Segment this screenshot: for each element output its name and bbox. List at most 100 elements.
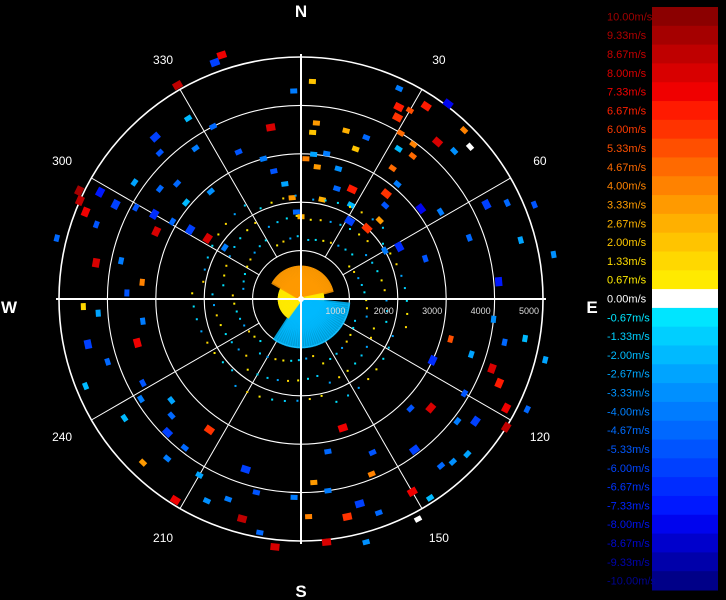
speckle-point [246, 229, 249, 232]
speckle-point [283, 399, 286, 402]
legend-swatch [652, 420, 718, 441]
speckle-point [406, 312, 409, 315]
speckle-point [256, 373, 259, 376]
azimuth-spoke [91, 177, 260, 276]
speckle-point [329, 220, 332, 223]
velocity-point [305, 514, 313, 520]
azimuth-spoke [91, 322, 260, 421]
azimuth-label: 330 [153, 53, 173, 67]
legend-swatch [652, 44, 718, 64]
velocity-point [459, 125, 469, 135]
legend-swatch [652, 270, 718, 290]
velocity-point [206, 187, 216, 196]
velocity-point [342, 127, 351, 135]
speckle-point [335, 352, 338, 355]
velocity-point [292, 209, 301, 215]
velocity-point [406, 404, 415, 413]
speckle-point [258, 352, 261, 355]
speckle-point [336, 201, 339, 204]
speckle-point [372, 327, 375, 330]
legend-label: 8.00m/s [607, 68, 647, 80]
velocity-point [224, 495, 233, 503]
speckle-point [348, 265, 351, 268]
speckle-point [309, 218, 312, 221]
velocity-point [259, 155, 268, 163]
speckle-point [385, 320, 388, 323]
velocity-point [309, 151, 318, 158]
azimuth-spoke [324, 89, 423, 258]
velocity-point [290, 88, 298, 94]
azimuth-label: 150 [429, 531, 449, 545]
speckle-point [239, 237, 242, 240]
speckle-point [380, 279, 383, 282]
velocity-point [334, 165, 343, 173]
velocity-point [308, 78, 317, 85]
legend-label: 4.67m/s [607, 162, 647, 174]
legend-swatch [652, 439, 718, 459]
velocity-point [81, 381, 90, 391]
south-label: S [295, 582, 306, 600]
velocity-point [541, 355, 549, 364]
velocity-point [110, 198, 121, 211]
legend-swatch [652, 364, 718, 384]
velocity-point [368, 448, 377, 457]
speckle-point [329, 357, 332, 360]
velocity-point [449, 146, 459, 156]
velocity-point [405, 106, 415, 115]
velocity-point [167, 411, 176, 420]
velocity-point [236, 514, 248, 524]
legend-swatch [652, 495, 718, 516]
speckle-point [224, 333, 227, 336]
legend-label: -3.33m/s [607, 388, 650, 400]
velocity-point [161, 426, 174, 439]
speckle-point [360, 283, 363, 286]
speckle-point [289, 237, 292, 240]
speckle-point [403, 287, 406, 290]
velocity-point [53, 234, 61, 243]
velocity-point [409, 140, 418, 149]
legend-swatch [652, 232, 718, 252]
velocity-point [420, 100, 432, 112]
velocity-point [95, 309, 101, 317]
speckle-point [363, 291, 366, 294]
velocity-point [220, 243, 229, 252]
azimuth-spoke [324, 340, 423, 509]
speckle-point [316, 374, 319, 377]
speckle-point [404, 326, 407, 329]
radar-plot: N S W E 30 60 120 150 210 240 300 330 1000 2000 30… [1, 2, 718, 600]
velocity-point [467, 350, 475, 359]
legend-label: -2.67m/s [607, 369, 650, 381]
speckle-point [337, 244, 340, 247]
legend-swatch [652, 7, 718, 27]
legend-swatch [652, 533, 718, 553]
speckle-point [282, 197, 285, 200]
speckle-point [258, 395, 261, 398]
speckle-point [276, 221, 279, 224]
velocity-point [308, 129, 317, 136]
speckle-point [202, 280, 205, 283]
velocity-point [302, 156, 310, 162]
speckle-point [347, 394, 350, 397]
legend-label: -10.00m/s [607, 576, 656, 588]
speckle-point [245, 354, 248, 357]
range-label: 3000 [422, 306, 442, 316]
velocity-point [337, 423, 349, 433]
velocity-point [132, 203, 140, 212]
velocity-point [367, 470, 376, 478]
speckle-point [376, 270, 379, 273]
azimuth-spoke [179, 89, 278, 258]
speckle-point [360, 354, 363, 357]
velocity-point [354, 499, 365, 509]
velocity-point [436, 461, 446, 471]
speckle-point [231, 369, 234, 372]
velocity-point [436, 207, 445, 217]
speckle-point [206, 341, 209, 344]
velocity-point [550, 250, 557, 259]
north-label: N [295, 2, 307, 21]
velocity-point [490, 315, 497, 323]
velocity-point [517, 236, 525, 245]
velocity-point [180, 443, 190, 452]
velocity-point [394, 241, 405, 253]
legend-label: 0.67m/s [607, 275, 647, 287]
speckle-point [267, 225, 270, 228]
